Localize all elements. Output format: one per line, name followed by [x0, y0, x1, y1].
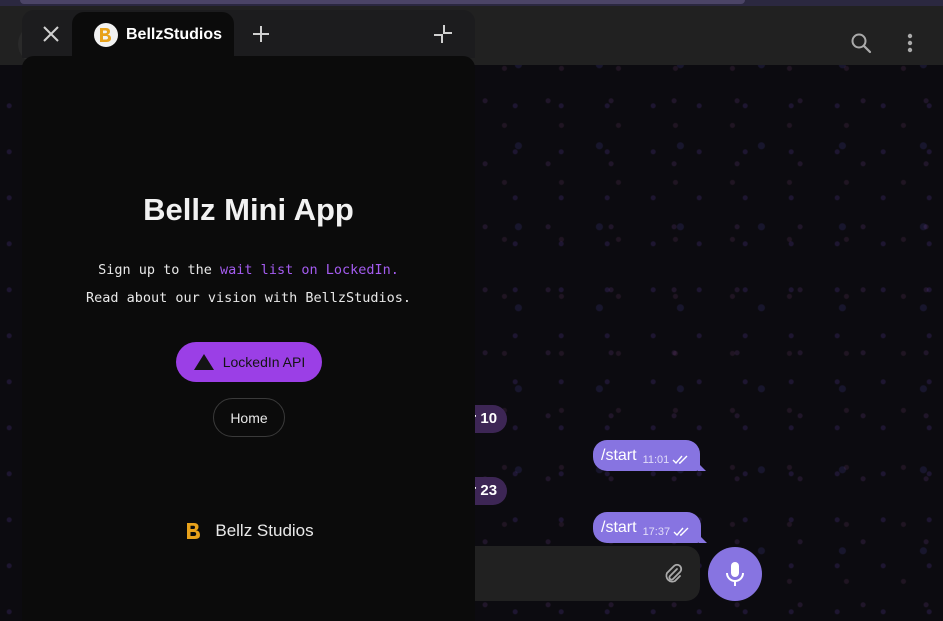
paperclip-icon [665, 563, 683, 583]
search-button[interactable] [846, 28, 876, 58]
mini-app-window: BellzStudios Bellz Mini App Sign up to t… [22, 10, 475, 621]
bellz-logo-icon [183, 520, 205, 542]
footer-text: Bellz Studios [215, 521, 314, 540]
lockedin-api-label: LockedIn API [222, 354, 306, 370]
double-check-icon [672, 455, 690, 465]
more-vertical-icon [907, 33, 913, 53]
home-button[interactable]: Home [213, 398, 285, 437]
double-check-icon [673, 527, 691, 537]
bellz-logo-icon [94, 23, 118, 47]
collapse-icon [434, 25, 452, 43]
voice-record-button[interactable] [708, 547, 762, 601]
tab-title: BellzStudios [126, 26, 223, 43]
collapse-button[interactable] [428, 19, 458, 49]
mini-app-content: Bellz Mini App Sign up to the wait list … [22, 56, 475, 621]
close-button[interactable] [36, 19, 66, 49]
vision-line: Read about our vision with BellzStudios. [85, 290, 412, 306]
close-icon [43, 26, 59, 42]
attach-button[interactable] [658, 559, 688, 589]
microphone-icon [726, 562, 744, 586]
triangle-icon [193, 354, 214, 370]
message-bubble[interactable]: /start 11:01 [593, 440, 707, 471]
tab-bellzstudios[interactable]: BellzStudios [72, 12, 234, 58]
message-time: 11:01 [642, 453, 670, 466]
page-title: Bellz Mini App [143, 192, 354, 227]
message-bubble[interactable]: /start 17:37 [593, 512, 708, 543]
message-text: /start [601, 446, 637, 464]
more-options-button[interactable] [895, 28, 925, 58]
mini-app-tabbar: BellzStudios [22, 10, 475, 58]
search-icon [851, 33, 872, 54]
waitlist-line: Sign up to the wait list on LockedIn. [22, 262, 475, 278]
lockedin-api-button[interactable]: LockedIn API [176, 342, 322, 382]
message-text: /start [601, 518, 637, 536]
waitlist-link[interactable]: wait list on LockedIn. [220, 262, 399, 278]
plus-icon [253, 26, 269, 42]
new-tab-button[interactable] [246, 19, 276, 49]
waitlist-text: Sign up to the [98, 262, 221, 278]
footer: Bellz Studios [22, 520, 475, 542]
message-time: 17:37 [642, 525, 671, 538]
